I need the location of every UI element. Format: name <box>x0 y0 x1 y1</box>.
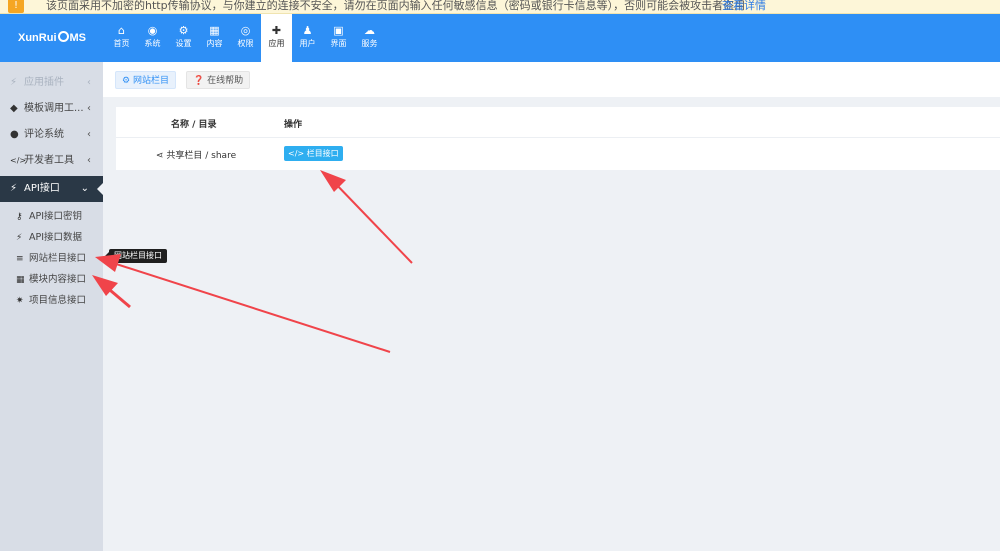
arrow-to-category-api <box>95 254 391 353</box>
sidebar-subitem-project-api[interactable]: ✷ 项目信息接口 <box>0 290 103 311</box>
comments-icon: ● <box>10 129 19 140</box>
nav-item-apps[interactable]: ✚ 应用 <box>261 14 292 62</box>
sidebar-item-dev-tools[interactable]: </>开发者工具 ‹ <box>0 148 103 174</box>
warning-details-link[interactable]: 查看详情 <box>722 0 766 13</box>
nav-item-content[interactable]: ▦ 内容 <box>199 14 230 62</box>
main-nav: ⌂ 首页 ◉ 系统 ⚙ 设置 ▦ 内容 ◎ 权限 ✚ 应用 ♟ 用户 ▣ 界面 ☁ 服务 <box>106 14 385 62</box>
tab-online-help[interactable]: ❓ 在线帮助 <box>186 71 251 89</box>
plug-icon: ⚡ <box>10 183 18 194</box>
table-row-name: ⋖ 共享栏目 / share <box>156 151 237 161</box>
nav-item-settings[interactable]: ⚙ 设置 <box>168 14 199 62</box>
sidebar: ⚡ 应用插件 ‹ ◆ 模板调用工... ‹ ● 评论系统 ‹ </>开发者工具 ‹ ⚡ API接… <box>0 62 150 551</box>
user-circle-icon: ◎ <box>240 24 251 37</box>
question-circle-icon: ❓ <box>193 76 208 86</box>
sidebar-tooltip: 网站栏目接口 <box>105 249 167 263</box>
globe-icon: ◉ <box>147 24 158 37</box>
nav-item-interface[interactable]: ▣ 界面 <box>323 14 354 62</box>
list-icon: ≡ <box>16 254 24 264</box>
cloud-icon: ☁ <box>364 24 375 37</box>
cogs-icon: ⚙ <box>178 24 189 37</box>
top-header: XunRui MS ⌂ 首页 ◉ 系统 ⚙ 设置 ▦ 内容 ◎ 权限 ✚ 应用 ♟ 用户 ▣ 界面… <box>0 14 1000 62</box>
sidebar-item-api[interactable]: ⚡ API接口 ⌄ <box>0 176 103 202</box>
home-icon: ⌂ <box>118 24 125 37</box>
key-icon: ⚷ <box>16 212 23 222</box>
warning-text: 该页面采用不加密的http传输协议，与你建立的连接不安全，请勿在页面内输入任何敏… <box>46 0 746 12</box>
chevron-down-icon: ⌄ <box>80 183 89 194</box>
html5-icon: ▣ <box>333 24 344 37</box>
sidebar-subitem-category-api[interactable]: ≡ 网站栏目接口 <box>0 248 103 269</box>
sidebar-item-app-plugins[interactable]: ⚡ 应用插件 ‹ <box>0 70 103 96</box>
th-large-icon: ▦ <box>16 275 25 285</box>
puzzle-icon: ✚ <box>271 24 282 37</box>
warning-icon: ! <box>8 0 24 13</box>
sidebar-submenu-api: ⚷ API接口密钥 ⚡ API接口数据 ≡ 网站栏目接口 ▦ 模块内容接口 ✷ 项目信息接… <box>0 202 103 311</box>
sidebar-subitem-module-api[interactable]: ▦ 模块内容接口 <box>0 269 103 290</box>
sidebar-subitem-api-data[interactable]: ⚡ API接口数据 <box>0 227 103 248</box>
column-header-actions: 操作 <box>284 120 303 130</box>
code-icon: </> <box>288 149 307 158</box>
nav-item-permissions[interactable]: ◎ 权限 <box>230 14 261 62</box>
security-warning-bar: ! 该页面采用不加密的http传输协议，与你建立的连接不安全，请勿在页面内输入任… <box>0 0 1000 14</box>
nav-item-users[interactable]: ♟ 用户 <box>292 14 323 62</box>
chevron-left-icon: ‹ <box>87 77 91 88</box>
plug-icon: ⚡ <box>16 233 23 243</box>
logo[interactable]: XunRui MS <box>18 31 86 44</box>
tag-icon: ◆ <box>10 103 18 114</box>
share-icon: ⋖ <box>156 151 167 161</box>
column-header-name: 名称 / 目录 <box>171 120 217 130</box>
plug-icon: ⚡ <box>10 77 18 88</box>
nav-item-home[interactable]: ⌂ 首页 <box>106 14 137 62</box>
grid-icon: ▦ <box>209 24 220 37</box>
page-tabs: ⚙ 网站栏目 ❓ 在线帮助 <box>103 62 1000 97</box>
tab-site-categories[interactable]: ⚙ 网站栏目 <box>115 71 176 89</box>
chevron-left-icon: ‹ <box>87 129 91 140</box>
nav-item-services[interactable]: ☁ 服务 <box>354 14 385 62</box>
nav-item-system[interactable]: ◉ 系统 <box>137 14 168 62</box>
table-divider <box>116 137 1000 138</box>
gear-icon: ✷ <box>16 296 24 306</box>
chevron-left-icon: ‹ <box>87 155 91 166</box>
sidebar-item-comments[interactable]: ● 评论系统 ‹ <box>0 122 103 148</box>
code-icon: </> <box>10 156 27 165</box>
sidebar-item-template-tools[interactable]: ◆ 模板调用工... ‹ <box>0 96 103 122</box>
sidebar-subitem-api-key[interactable]: ⚷ API接口密钥 <box>0 206 103 227</box>
logo-c-icon <box>57 31 69 42</box>
category-table: 名称 / 目录 操作 ⋖ 共享栏目 / share </> 栏目接口 <box>116 107 1000 170</box>
user-icon: ♟ <box>302 24 313 37</box>
chevron-left-icon: ‹ <box>87 103 91 114</box>
arrow-to-button <box>320 170 413 264</box>
cogs-icon: ⚙ <box>122 76 133 86</box>
category-api-button[interactable]: </> 栏目接口 <box>284 146 343 161</box>
